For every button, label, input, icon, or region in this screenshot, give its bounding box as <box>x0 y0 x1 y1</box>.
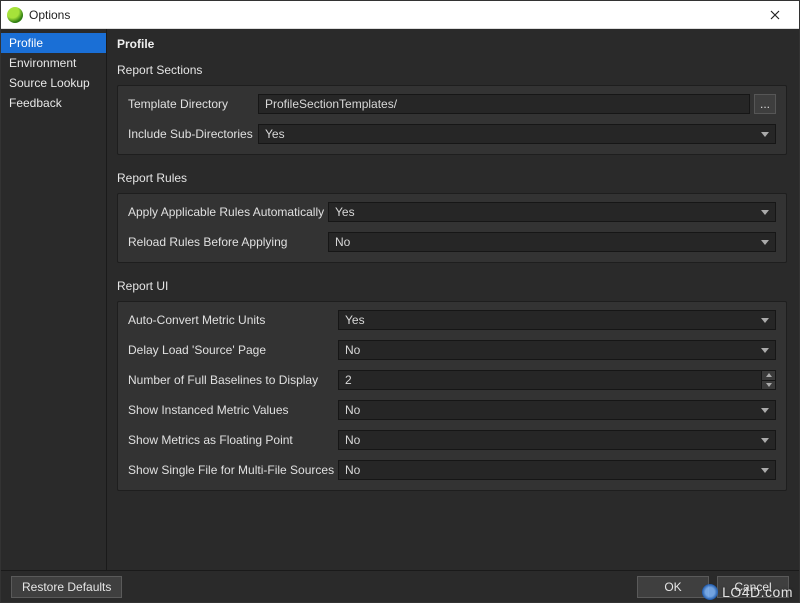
app-icon <box>7 7 23 23</box>
delay-load-select[interactable]: No <box>338 340 776 360</box>
restore-defaults-button[interactable]: Restore Defaults <box>11 576 122 598</box>
field-label: Reload Rules Before Applying <box>128 235 328 249</box>
button-label: Restore Defaults <box>22 580 111 594</box>
sidebar-item-label: Profile <box>9 36 43 50</box>
row-show-instanced: Show Instanced Metric Values No <box>128 400 776 420</box>
group-header: Report UI <box>117 275 787 301</box>
field-label: Show Single File for Multi-File Sources <box>128 463 338 477</box>
footer: Restore Defaults OK Cancel LO4D.com <box>1 570 799 602</box>
button-label: Cancel <box>734 580 771 594</box>
cancel-button[interactable]: Cancel <box>717 576 789 598</box>
spin-buttons <box>761 371 775 389</box>
close-icon <box>770 10 780 20</box>
auto-convert-select[interactable]: Yes <box>338 310 776 330</box>
row-template-directory: Template Directory ... <box>128 94 776 114</box>
template-directory-input[interactable] <box>258 94 750 114</box>
chevron-up-icon <box>766 373 772 377</box>
select-value: No <box>345 463 360 477</box>
dialog-body: Profile Environment Source Lookup Feedba… <box>1 29 799 570</box>
browse-button[interactable]: ... <box>754 94 776 114</box>
group-report-ui: Report UI Auto-Convert Metric Units Yes … <box>117 275 787 491</box>
sidebar-item-environment[interactable]: Environment <box>1 53 106 73</box>
sidebar-item-label: Environment <box>9 56 76 70</box>
select-value: Yes <box>335 205 355 219</box>
show-single-file-select[interactable]: No <box>338 460 776 480</box>
field-label: Include Sub-Directories <box>128 127 258 141</box>
options-window: Options Profile Environment Source Looku… <box>0 0 800 603</box>
spin-down-button[interactable] <box>761 381 775 390</box>
ellipsis-icon: ... <box>760 97 770 111</box>
group-body: Auto-Convert Metric Units Yes Delay Load… <box>117 301 787 491</box>
spin-value: 2 <box>345 373 352 387</box>
chevron-down-icon <box>766 383 772 387</box>
select-value: No <box>335 235 350 249</box>
group-header: Report Rules <box>117 167 787 193</box>
button-label: OK <box>664 580 681 594</box>
group-report-sections: Report Sections Template Directory ... I… <box>117 59 787 155</box>
sidebar-item-source-lookup[interactable]: Source Lookup <box>1 73 106 93</box>
sidebar-item-label: Source Lookup <box>9 76 90 90</box>
row-apply-rules-auto: Apply Applicable Rules Automatically Yes <box>128 202 776 222</box>
field-label: Show Instanced Metric Values <box>128 403 338 417</box>
apply-rules-auto-select[interactable]: Yes <box>328 202 776 222</box>
titlebar: Options <box>1 1 799 29</box>
sidebar: Profile Environment Source Lookup Feedba… <box>1 29 107 570</box>
group-body: Template Directory ... Include Sub-Direc… <box>117 85 787 155</box>
num-baselines-spinbox[interactable]: 2 <box>338 370 776 390</box>
sidebar-item-label: Feedback <box>9 96 62 110</box>
sidebar-item-profile[interactable]: Profile <box>1 33 106 53</box>
panel-title: Profile <box>117 35 787 59</box>
group-body: Apply Applicable Rules Automatically Yes… <box>117 193 787 263</box>
field-label: Number of Full Baselines to Display <box>128 373 338 387</box>
main-panel: Profile Report Sections Template Directo… <box>107 29 799 570</box>
close-button[interactable] <box>755 2 795 28</box>
row-auto-convert: Auto-Convert Metric Units Yes <box>128 310 776 330</box>
show-instanced-select[interactable]: No <box>338 400 776 420</box>
field-label: Delay Load 'Source' Page <box>128 343 338 357</box>
select-value: No <box>345 403 360 417</box>
select-value: No <box>345 433 360 447</box>
row-show-float: Show Metrics as Floating Point No <box>128 430 776 450</box>
spin-up-button[interactable] <box>761 371 775 381</box>
select-value: Yes <box>265 127 285 141</box>
row-delay-load: Delay Load 'Source' Page No <box>128 340 776 360</box>
group-report-rules: Report Rules Apply Applicable Rules Auto… <box>117 167 787 263</box>
row-num-baselines: Number of Full Baselines to Display 2 <box>128 370 776 390</box>
show-float-select[interactable]: No <box>338 430 776 450</box>
row-include-subdirs: Include Sub-Directories Yes <box>128 124 776 144</box>
select-value: No <box>345 343 360 357</box>
window-title: Options <box>29 8 755 22</box>
ok-button[interactable]: OK <box>637 576 709 598</box>
sidebar-item-feedback[interactable]: Feedback <box>1 93 106 113</box>
field-label: Apply Applicable Rules Automatically <box>128 205 328 219</box>
include-subdirs-select[interactable]: Yes <box>258 124 776 144</box>
group-header: Report Sections <box>117 59 787 85</box>
row-reload-rules: Reload Rules Before Applying No <box>128 232 776 252</box>
select-value: Yes <box>345 313 365 327</box>
field-label: Auto-Convert Metric Units <box>128 313 338 327</box>
reload-rules-select[interactable]: No <box>328 232 776 252</box>
field-label: Show Metrics as Floating Point <box>128 433 338 447</box>
row-show-single-file: Show Single File for Multi-File Sources … <box>128 460 776 480</box>
field-label: Template Directory <box>128 97 258 111</box>
